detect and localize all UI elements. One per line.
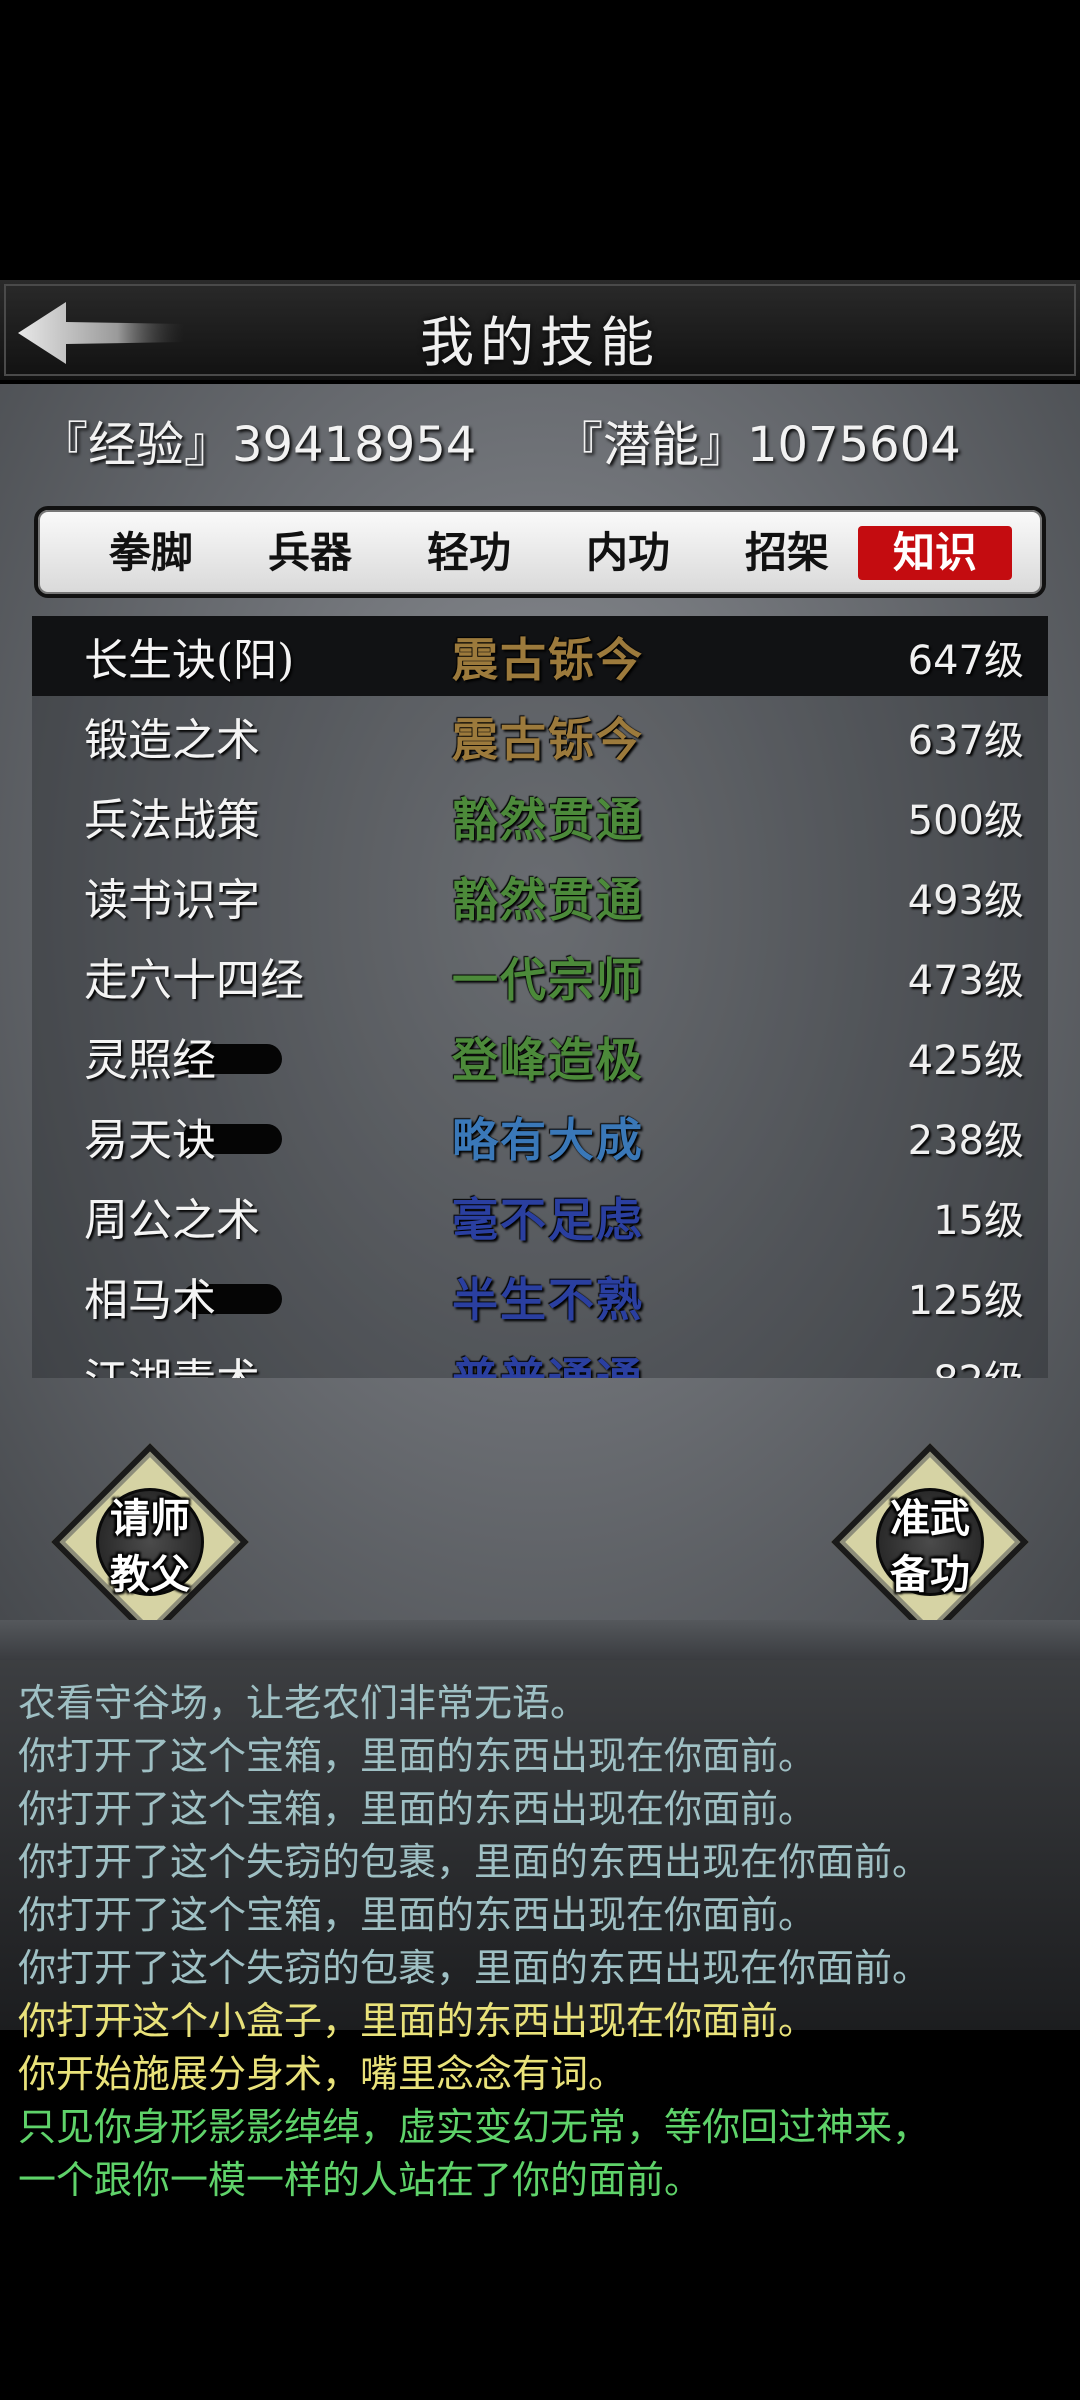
log-line: 农看守谷场，让老农们非常无语。	[18, 1681, 589, 1725]
skill-name: 灵照经	[84, 1035, 216, 1086]
page-title: 我的技能	[420, 311, 660, 374]
skill-level: 473级	[907, 958, 1024, 1004]
skill-level: 647级	[907, 638, 1024, 684]
skill-tabs: 拳脚 兵器 轻功 内功 招架 知识	[34, 506, 1046, 598]
skill-row[interactable]: 易天诀 略有大成 238级	[32, 1096, 1048, 1176]
skill-rank: 震古铄今	[452, 713, 644, 767]
skill-level: 125级	[907, 1278, 1024, 1324]
log-line: 你打开了这个宝箱，里面的东西出现在你面前。	[18, 1893, 817, 1937]
tab-bingqi[interactable]: 兵器	[233, 526, 387, 580]
skill-row[interactable]: 锻造之术 震古铄今 637级	[32, 696, 1048, 776]
message-log[interactable]: 农看守谷场，让老农们非常无语。 你打开了这个宝箱，里面的东西出现在你面前。 你打…	[0, 1660, 1080, 2400]
button-label-line1: 请师	[110, 1496, 190, 1542]
skill-name: 读书识字	[84, 875, 260, 926]
skill-name: 江湖责术	[84, 1344, 260, 1378]
log-line: 你打开了这个失窃的包裹，里面的东西出现在你面前。	[18, 1840, 931, 1884]
log-line: 你开始施展分身术，嘴里念念有词。	[18, 2052, 627, 2096]
skill-name: 长生诀(阳)	[84, 635, 295, 686]
log-line: 只见你身形影影绰绰，虚实变幻无常，等你回过神来，	[18, 2105, 931, 2149]
exp-stat: 『经验』39418954	[40, 417, 477, 473]
log-line: 你打开了这个宝箱，里面的东西出现在你面前。	[18, 1734, 817, 1778]
skill-row[interactable]: 走穴十四经 一代宗师 473级	[32, 936, 1048, 1016]
skill-level: 425级	[907, 1038, 1024, 1084]
skill-level: 637级	[907, 718, 1024, 764]
skill-name: 兵法战策	[84, 795, 260, 846]
skill-rank: 登峰造极	[452, 1033, 644, 1087]
skill-row[interactable]: 周公之术 毫不足虑 15级	[32, 1176, 1048, 1256]
skill-row[interactable]: 相马术 半生不熟 125级	[32, 1256, 1048, 1336]
skill-row[interactable]: 兵法战策 豁然贯通 500级	[32, 776, 1048, 856]
potential-stat: 『潜能』1075604	[555, 417, 961, 473]
skill-row[interactable]: 长生诀(阳) 震古铄今 647级	[32, 616, 1048, 696]
tab-quanjiao[interactable]: 拳脚	[74, 526, 228, 580]
log-line: 你打开这个小盒子，里面的东西出现在你面前。	[18, 1999, 817, 2043]
floor-divider	[0, 1620, 1080, 1660]
log-line: 你打开了这个失窃的包裹，里面的东西出现在你面前。	[18, 1946, 931, 1990]
skill-rank: 豁然贯通	[452, 793, 644, 847]
game-panel: 我的技能 『经验』39418954 『潜能』1075604 拳脚 兵器 轻功 内…	[0, 280, 1080, 1660]
skill-rank: 豁然贯通	[452, 873, 644, 927]
skill-rank: 毫不足虑	[452, 1193, 644, 1247]
stats-bar: 『经验』39418954 『潜能』1075604	[0, 405, 1080, 475]
button-label-line2: 备功	[890, 1552, 970, 1598]
title-bar: 我的技能	[0, 280, 1080, 384]
skill-rank: 半生不熟	[452, 1273, 644, 1327]
skill-row[interactable]: 灵照经 登峰造极 425级	[32, 1016, 1048, 1096]
skill-level: 15级	[933, 1198, 1024, 1244]
tab-zhaojia[interactable]: 招架	[710, 526, 864, 580]
prepare-skill-button[interactable]: 准武 备功	[830, 1442, 1030, 1642]
skill-row[interactable]: 江湖责术 普普通通 82级	[32, 1336, 1048, 1378]
button-label-line1: 准武	[890, 1496, 970, 1542]
skill-level: 500级	[907, 798, 1024, 844]
log-line: 你打开了这个宝箱，里面的东西出现在你面前。	[18, 1787, 817, 1831]
skill-list[interactable]: 长生诀(阳) 震古铄今 647级 锻造之术 震古铄今 637级 兵法战策 豁然贯…	[32, 616, 1048, 1378]
skill-rank: 普普通通	[452, 1344, 644, 1378]
skill-name: 周公之术	[84, 1195, 260, 1246]
tab-qinggong[interactable]: 轻功	[392, 526, 546, 580]
skill-name: 相马术	[84, 1275, 216, 1326]
button-label-line2: 教父	[110, 1552, 190, 1598]
skill-rank: 震古铄今	[452, 633, 644, 687]
skill-level: 82级	[933, 1348, 1024, 1378]
log-line: 一个跟你一模一样的人站在了你的面前。	[18, 2158, 703, 2202]
skill-name: 走穴十四经	[84, 955, 304, 1006]
tab-neigong[interactable]: 内功	[551, 526, 705, 580]
skill-rank: 略有大成	[452, 1113, 644, 1167]
skill-name: 锻造之术	[84, 715, 260, 766]
skill-row[interactable]: 读书识字 豁然贯通 493级	[32, 856, 1048, 936]
skill-level: 238级	[907, 1118, 1024, 1164]
skill-rank: 一代宗师	[452, 953, 644, 1007]
seek-master-button[interactable]: 请师 教父	[50, 1442, 250, 1642]
tab-zhishi[interactable]: 知识	[858, 526, 1012, 580]
skill-name: 易天诀	[84, 1115, 216, 1166]
skill-level: 493级	[907, 878, 1024, 924]
